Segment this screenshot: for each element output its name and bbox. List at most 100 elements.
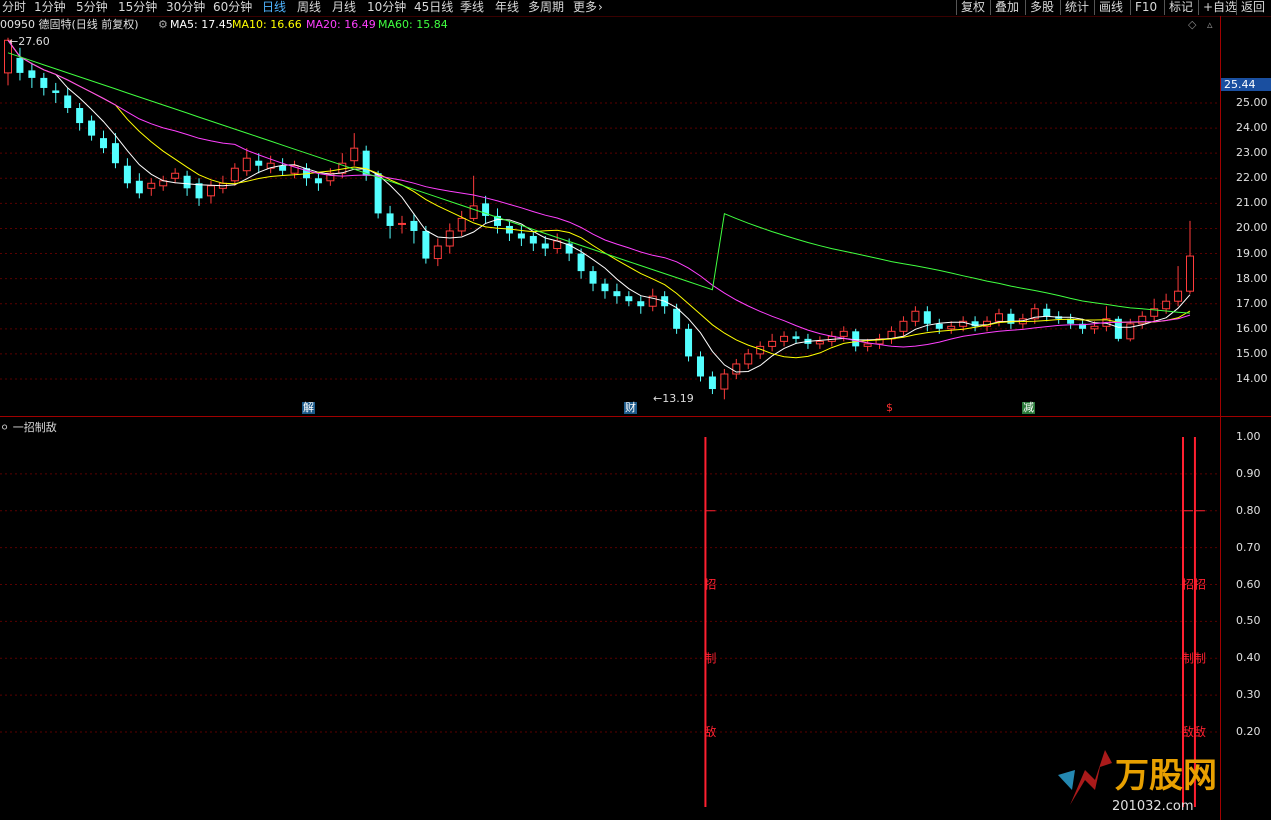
candle-body-down (541, 243, 549, 249)
tab-multi-period[interactable]: 多周期 (528, 0, 564, 14)
candle-body-down (852, 331, 860, 347)
candle-body-up (1090, 325, 1099, 330)
stats-button[interactable]: 统计 (1060, 0, 1093, 15)
candle-body-up (1162, 300, 1171, 310)
candle-body-down (422, 230, 430, 259)
signal-char: 制 (1182, 651, 1194, 665)
marker-unlock[interactable]: 解 (302, 402, 315, 414)
tab-monthly[interactable]: 月线 (332, 0, 356, 14)
tab-fenshi[interactable]: 分时 (2, 0, 26, 14)
price-tick-label: 19.00 (1236, 246, 1268, 260)
candle-body-up (350, 147, 359, 162)
wing-logo-icon (1058, 770, 1075, 790)
tab-45day[interactable]: 45日线 (414, 0, 453, 14)
indicator-tick-label: 0.90 (1236, 466, 1261, 480)
low-value: 13.19 (662, 392, 694, 405)
candle-body-up (171, 172, 180, 179)
candle-body-down (255, 160, 263, 166)
period-toolbar: 分时 1分钟 5分钟 15分钟 30分钟 60分钟 日线 周线 月线 10分钟 … (0, 0, 1271, 17)
ma10-line (7, 40, 1191, 359)
tab-15min[interactable]: 15分钟 (118, 0, 157, 14)
tab-more[interactable]: 更多 (573, 0, 597, 14)
signal-char: 招 (1194, 578, 1206, 592)
tab-daily[interactable]: 日线 (262, 0, 286, 14)
candle-body-up (433, 245, 442, 260)
price-tick-label: 15.00 (1236, 346, 1268, 360)
candle-body-down (64, 95, 72, 109)
overlay-button[interactable]: 叠加 (990, 0, 1023, 15)
low-annotation: ←13.19 (653, 392, 694, 405)
signal-char: 敌 (704, 724, 716, 739)
price-tick-label: 25.00 (1236, 96, 1268, 109)
candle-body-down (601, 283, 609, 292)
tab-30min[interactable]: 30分钟 (166, 0, 205, 14)
candle-body-down (123, 165, 131, 184)
candle-body-up (1126, 323, 1135, 340)
candle-body-down (88, 120, 96, 136)
ma20-line (7, 40, 1191, 348)
candle-body-down (792, 336, 800, 339)
draw-button[interactable]: 画线 (1094, 0, 1127, 15)
adjust-button[interactable]: 复权 (956, 0, 989, 15)
candle-body-down (517, 233, 525, 239)
candle-body-down (577, 253, 585, 272)
candle-body-down (625, 296, 633, 302)
candle-body-up (230, 167, 239, 182)
candle-body-down (28, 70, 36, 78)
arrow-logo-icon (1070, 750, 1112, 805)
candle-body-down (589, 271, 597, 284)
marker-finance[interactable]: 财 (624, 402, 637, 414)
signal-char: 敌 (1194, 724, 1206, 739)
f10-button[interactable]: F10 (1130, 0, 1161, 15)
tab-yearly[interactable]: 年线 (495, 0, 519, 14)
candle-body-up (780, 335, 789, 342)
candle-body-up (768, 340, 777, 347)
tab-weekly[interactable]: 周线 (297, 0, 321, 14)
chevron-right-icon[interactable]: › (598, 0, 603, 14)
back-button[interactable]: 返回 (1236, 0, 1269, 15)
candle-body-down (183, 175, 191, 189)
axis-separator (1220, 16, 1221, 820)
marker-reduce[interactable]: 减 (1022, 402, 1035, 414)
watermark-text: 万股网 (1115, 756, 1217, 796)
candlestick-chart[interactable] (0, 16, 1220, 416)
candle-body-up (839, 330, 848, 337)
tab-5min[interactable]: 5分钟 (76, 0, 108, 14)
high-annotation: ←27.60 (9, 35, 50, 48)
price-tick-label: 22.00 (1236, 171, 1268, 185)
candle-body-up (469, 205, 478, 219)
add-watchlist-button[interactable]: +自选 (1198, 0, 1241, 15)
indicator-tick-label: 0.30 (1236, 688, 1261, 702)
candle-body-up (1174, 290, 1183, 302)
price-tick-label: 14.00 (1236, 372, 1268, 385)
price-tick-label: 17.00 (1236, 296, 1268, 310)
candle-body-up (398, 222, 406, 225)
signal-char: 制 (704, 651, 716, 665)
high-value: 27.60 (18, 35, 50, 48)
indicator-tick-label: 0.60 (1236, 577, 1261, 591)
marker-dividend[interactable]: $ (885, 402, 894, 414)
candle-body-down (40, 77, 48, 88)
candle-body-up (911, 310, 920, 322)
mark-button[interactable]: 标记 (1164, 0, 1197, 15)
indicator-chart[interactable]: 招制敌 招制敌 招制敌 (0, 417, 1220, 817)
candle-body-down (637, 301, 645, 307)
indicator-tick-label: 0.40 (1236, 651, 1261, 665)
signal-char: 敌 (1182, 724, 1194, 739)
candle-body-up (994, 313, 1003, 322)
candle-body-down (111, 143, 119, 164)
candle-body-up (744, 353, 753, 365)
price-tick-label: 20.00 (1236, 221, 1268, 235)
candle-body-down (673, 308, 681, 329)
tab-quarterly[interactable]: 季线 (460, 0, 484, 14)
indicator-tick-label: 1.00 (1236, 430, 1261, 443)
tab-10min[interactable]: 10分钟 (367, 0, 406, 14)
multi-stock-button[interactable]: 多股 (1025, 0, 1058, 15)
candle-body-down (195, 183, 203, 199)
tab-60min[interactable]: 60分钟 (213, 0, 252, 14)
candle-body-up (206, 185, 215, 197)
candle-body-down (16, 57, 24, 73)
tab-1min[interactable]: 1分钟 (34, 0, 66, 14)
candle-body-down (135, 180, 143, 194)
candle-body-down (100, 138, 108, 149)
